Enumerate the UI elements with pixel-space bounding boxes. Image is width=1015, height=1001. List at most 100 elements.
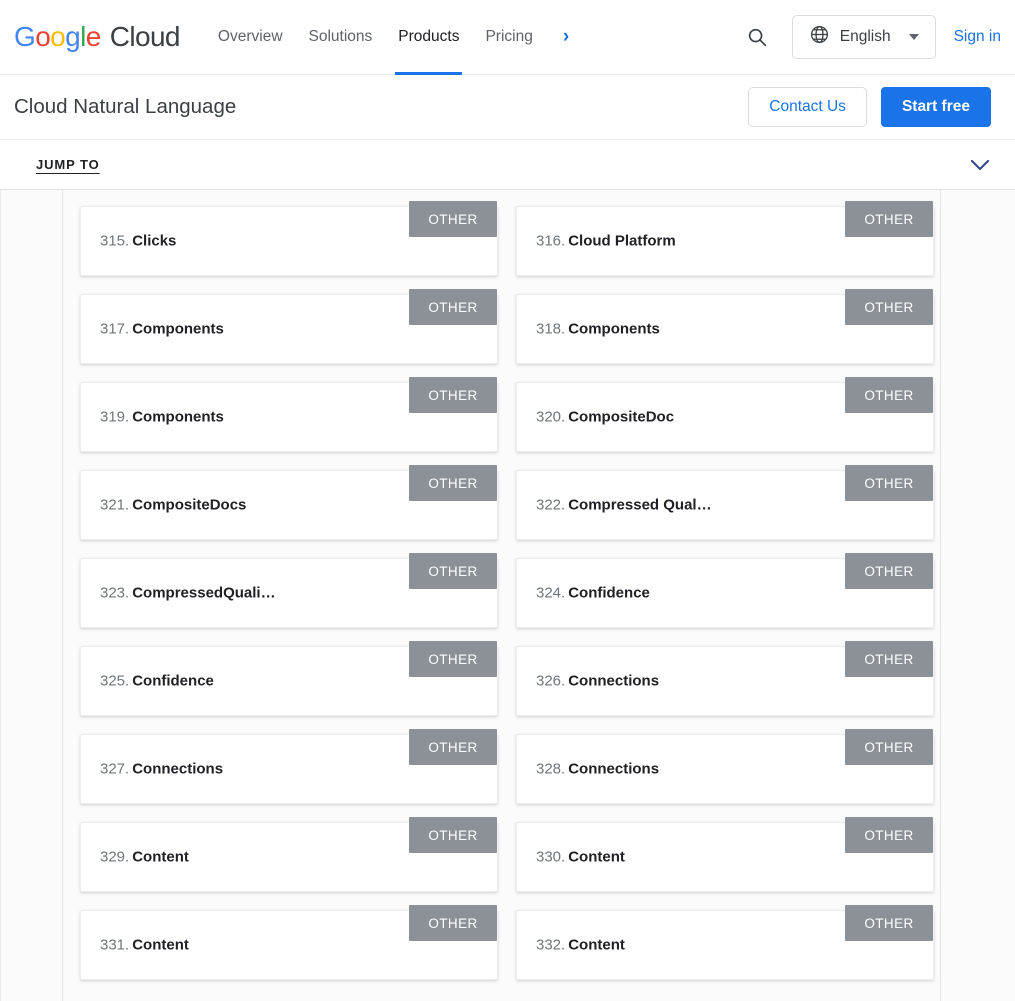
entity-name: Cloud Platform [568,232,676,250]
entity-name: Compressed Qual… [568,496,712,514]
content-right-border [940,190,941,1001]
entity-name: Content [132,848,189,866]
entity-name: Connections [568,672,660,690]
entity-type-badge: OTHER [409,641,497,677]
entity-grid: 315. Clicks OTHER 316. Cloud Platform OTHER 31… [80,201,934,980]
cloud-wordmark: Cloud [109,21,181,52]
entity-card[interactable]: 321. CompositeDocs OTHER [80,465,498,540]
entity-card[interactable]: 332. Content OTHER [516,905,934,980]
entity-type-badge: OTHER [409,817,497,853]
entity-type-badge: OTHER [845,289,933,325]
page-title: Cloud Natural Language [14,95,237,118]
entity-type-badge: OTHER [845,465,933,501]
entity-card[interactable]: 318. Components OTHER [516,289,934,364]
page-root: Google Cloud Overview Solutions Products… [0,0,1015,1001]
chevron-down-icon [908,34,919,40]
entity-label: 325. Confidence [100,673,214,690]
entity-type-badge: OTHER [409,905,497,941]
entity-index: 320. [536,408,566,426]
entity-type-badge: OTHER [409,465,497,501]
entity-label: 323. CompressedQuali… [100,585,276,602]
entity-name: CompressedQuali… [132,584,276,602]
entity-type-badge: OTHER [845,377,933,413]
entity-name: Content [132,936,189,954]
entity-label: 318. Components [536,321,660,338]
entity-list-region: 315. Clicks OTHER 316. Cloud Platform OTHER 31… [0,190,1015,1001]
entity-card[interactable]: 322. Compressed Qual… OTHER [516,465,934,540]
entity-card[interactable]: 315. Clicks OTHER [80,201,498,276]
entity-name: CompositeDoc [568,408,675,426]
entity-label: 330. Content [536,849,625,866]
entity-index: 323. [100,584,130,602]
entity-index: 327. [100,760,130,778]
entity-name: Connections [132,760,224,778]
entity-index: 332. [536,936,566,954]
entity-index: 321. [100,496,130,514]
entity-index: 326. [536,672,566,690]
entity-label: 324. Confidence [536,585,650,602]
nav-item-overview[interactable]: Overview [218,0,283,75]
entity-card[interactable]: 325. Confidence OTHER [80,641,498,716]
entity-label: 315. Clicks [100,233,176,250]
entity-name: CompositeDocs [132,496,247,514]
entity-type-badge: OTHER [409,377,497,413]
entity-name: Components [132,408,224,426]
entity-type-badge: OTHER [845,641,933,677]
entity-type-badge: OTHER [845,729,933,765]
product-header: Cloud Natural Language Contact Us Start … [0,75,1015,140]
entity-label: 331. Content [100,937,189,954]
nav-item-pricing[interactable]: Pricing [485,0,532,75]
content-left-border [62,190,63,1001]
google-cloud-logo[interactable]: Google Cloud [14,21,181,53]
entity-card[interactable]: 331. Content OTHER [80,905,498,980]
entity-index: 325. [100,672,130,690]
entity-index: 318. [536,320,566,338]
sign-in-link[interactable]: Sign in [954,28,1001,46]
contact-us-button[interactable]: Contact Us [748,87,867,127]
entity-label: 321. CompositeDocs [100,497,246,514]
entity-card[interactable]: 320. CompositeDoc OTHER [516,377,934,452]
entity-index: 316. [536,232,566,250]
entity-card[interactable]: 327. Connections OTHER [80,729,498,804]
chevron-right-icon[interactable]: › [563,26,569,48]
start-free-button[interactable]: Start free [880,87,991,127]
entity-card[interactable]: 328. Connections OTHER [516,729,934,804]
entity-index: 331. [100,936,130,954]
entity-index: 330. [536,848,566,866]
entity-type-badge: OTHER [409,553,497,589]
entity-name: Confidence [132,672,214,690]
entity-name: Content [568,848,625,866]
header-actions: English Sign in [740,15,1001,59]
entity-index: 317. [100,320,130,338]
language-selector[interactable]: English [791,15,936,59]
entity-card[interactable]: 319. Components OTHER [80,377,498,452]
entity-card[interactable]: 317. Components OTHER [80,289,498,364]
jump-to-label[interactable]: JUMP TO [36,157,100,172]
entity-card[interactable]: 326. Connections OTHER [516,641,934,716]
primary-nav: Overview Solutions Products Pricing › [218,0,569,75]
entity-card[interactable]: 329. Content OTHER [80,817,498,892]
entity-label: 328. Connections [536,761,659,778]
globe-icon [809,24,830,50]
entity-label: 332. Content [536,937,625,954]
entity-label: 327. Connections [100,761,223,778]
entity-index: 329. [100,848,130,866]
entity-type-badge: OTHER [409,289,497,325]
entity-label: 317. Components [100,321,224,338]
entity-card[interactable]: 323. CompressedQuali… OTHER [80,553,498,628]
language-label: English [839,28,891,45]
entity-type-badge: OTHER [845,201,933,237]
entity-name: Confidence [568,584,650,602]
entity-index: 324. [536,584,566,602]
entity-card[interactable]: 316. Cloud Platform OTHER [516,201,934,276]
entity-index: 328. [536,760,566,778]
search-icon[interactable] [740,20,774,54]
entity-label: 326. Connections [536,673,659,690]
nav-item-solutions[interactable]: Solutions [309,0,373,75]
nav-item-products[interactable]: Products [395,0,463,75]
entity-card[interactable]: 324. Confidence OTHER [516,553,934,628]
entity-name: Clicks [132,232,177,250]
entity-card[interactable]: 330. Content OTHER [516,817,934,892]
chevron-down-icon[interactable] [969,158,991,172]
entity-index: 322. [536,496,566,514]
